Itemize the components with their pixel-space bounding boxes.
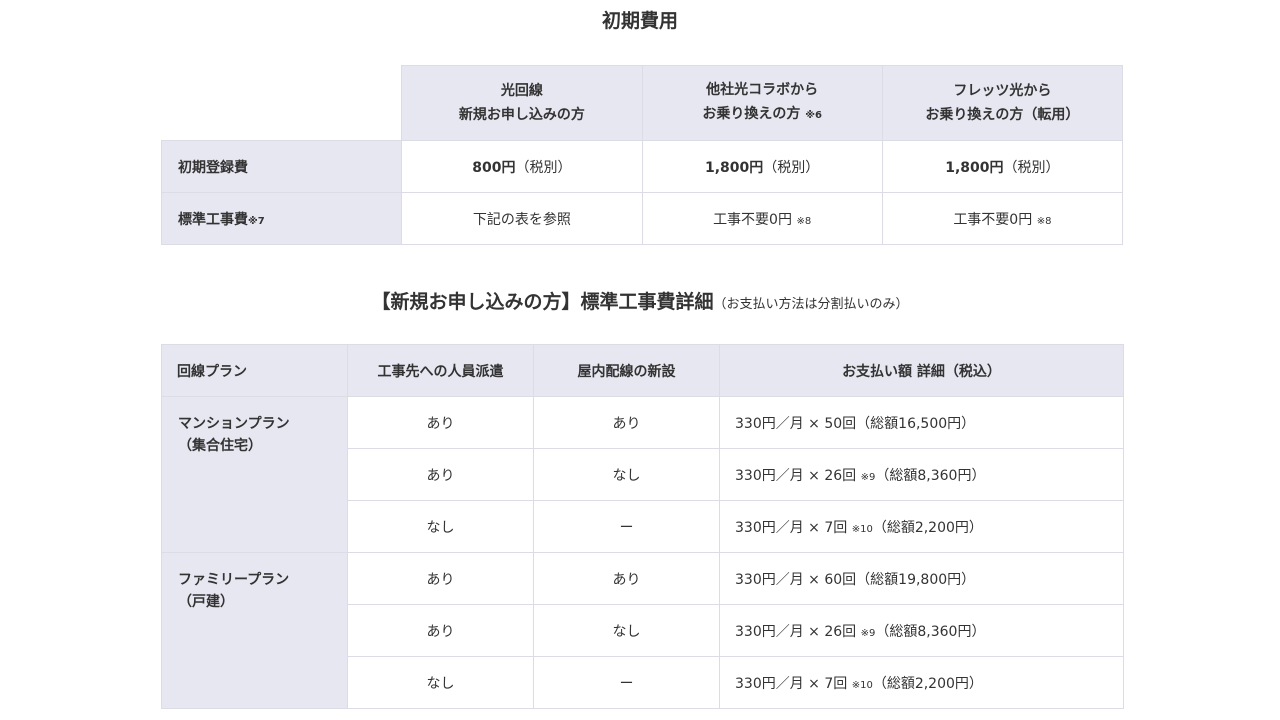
table-row: マンションプラン （集合住宅） あり あり 330円／月 × 50回（総額16,5… <box>161 396 1124 553</box>
footnote-mark: ※6 <box>805 110 822 121</box>
section-subtitle: （お支払い方法は分割払いのみ） <box>713 297 909 312</box>
initial-cost-table: 光回線 新規お申し込みの方 他社光コラボから お乗り換えの方 ※6 フレッツ光か… <box>160 65 1124 245</box>
cell-value: 1,800円（税別） <box>641 140 883 193</box>
footnote-mark: ※8 <box>796 215 812 227</box>
cell-wiring: あり <box>533 396 720 449</box>
footnote-mark: ※8 <box>1036 215 1052 227</box>
cell-payment: 330円／月 × 7回 ※10（総額2,200円） <box>719 656 1124 709</box>
cell-dispatch: なし <box>347 500 534 553</box>
empty-corner-cell <box>161 65 403 141</box>
table-row: ファミリープラン （戸建） あり あり 330円／月 × 60回（総額19,800… <box>161 552 1124 709</box>
row-label: 初期登録費 <box>160 140 403 193</box>
cell-payment: 330円／月 × 26回 ※9（総額8,360円） <box>719 604 1124 657</box>
cell-wiring: あり <box>533 552 720 605</box>
plan-label-family: ファミリープラン （戸建） <box>161 552 348 709</box>
cell-dispatch: あり <box>347 604 534 657</box>
table-row-construction-fee: 標準工事費※7 下記の表を参照 工事不要0円 ※8 工事不要0円 ※8 <box>160 192 1124 245</box>
construction-fee-detail-table: 回線プラン 工事先への人員派遣 屋内配線の新設 お支払い額 詳細（税込） マンシ… <box>161 344 1124 709</box>
cell-wiring: なし <box>533 448 720 501</box>
row-label: 標準工事費※7 <box>160 192 403 245</box>
footnote-mark: ※7 <box>248 215 265 227</box>
cell-dispatch: あり <box>347 396 534 449</box>
cell-dispatch: なし <box>347 656 534 709</box>
column-header-collab-switch: 他社光コラボから お乗り換えの方 ※6 <box>641 65 883 141</box>
column-header-flets-switch: フレッツ光から お乗り換えの方（転用） <box>881 65 1124 141</box>
header-payment: お支払い額 詳細（税込） <box>719 344 1124 397</box>
table-header-row: 光回線 新規お申し込みの方 他社光コラボから お乗り換えの方 ※6 フレッツ光か… <box>161 65 1124 141</box>
column-header-line2: 新規お申し込みの方 <box>458 107 585 123</box>
cell-value: 下記の表を参照 <box>401 192 643 245</box>
cell-payment: 330円／月 × 50回（総額16,500円） <box>719 396 1124 449</box>
column-header-line2: お乗り換えの方（転用） <box>925 107 1080 123</box>
column-header-line1: 光回線 <box>500 83 543 99</box>
column-header-line1: フレッツ光から <box>953 83 1052 99</box>
header-plan: 回線プラン <box>161 344 348 397</box>
cell-payment: 330円／月 × 26回 ※9（総額8,360円） <box>719 448 1124 501</box>
section-title: 【新規お申し込みの方】標準工事費詳細 <box>371 291 714 313</box>
page-title: 初期費用 <box>601 10 678 32</box>
header-dispatch: 工事先への人員派遣 <box>347 344 534 397</box>
cell-wiring: ー <box>533 500 720 553</box>
plan-label-mansion: マンションプラン （集合住宅） <box>161 396 348 553</box>
cell-dispatch: あり <box>347 552 534 605</box>
page: 初期費用 光回線 新規お申し込みの方 他社光コラボから お乗り換えの方 ※6 フ… <box>0 0 1280 720</box>
table-row-registration-fee: 初期登録費 800円（税別） 1,800円（税別） 1,800円（税別） <box>160 140 1124 193</box>
cell-value: 工事不要0円 ※8 <box>641 192 883 245</box>
header-wiring: 屋内配線の新設 <box>533 344 720 397</box>
cell-value: 800円（税別） <box>401 140 643 193</box>
column-header-line1: 他社光コラボから <box>706 82 819 98</box>
table-header-row: 回線プラン 工事先への人員派遣 屋内配線の新設 お支払い額 詳細（税込） <box>161 344 1124 397</box>
cell-payment: 330円／月 × 7回 ※10（総額2,200円） <box>719 500 1124 553</box>
cell-value: 工事不要0円 ※8 <box>881 192 1124 245</box>
cell-dispatch: あり <box>347 448 534 501</box>
column-header-new: 光回線 新規お申し込みの方 <box>401 65 643 141</box>
section-heading: 【新規お申し込みの方】標準工事費詳細（お支払い方法は分割払いのみ） <box>0 287 1280 314</box>
cell-wiring: なし <box>533 604 720 657</box>
cell-wiring: ー <box>533 656 720 709</box>
cell-payment: 330円／月 × 60回（総額19,800円） <box>719 552 1124 605</box>
cell-value: 1,800円（税別） <box>881 140 1124 193</box>
column-header-line2: お乗り換えの方 <box>702 106 801 122</box>
